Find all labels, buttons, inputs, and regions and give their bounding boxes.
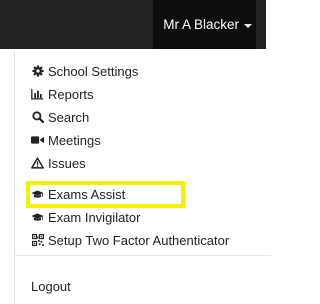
menu-divider <box>15 255 271 256</box>
menu-item-reports[interactable]: Reports <box>31 83 94 105</box>
caret-down-icon <box>244 23 252 28</box>
user-menu-toggle[interactable]: Mr A Blacker <box>153 0 256 49</box>
top-navbar: Mr A Blacker <box>0 0 266 49</box>
warning-triangle-icon <box>31 157 44 170</box>
menu-item-two-factor[interactable]: Setup Two Factor Authenticator <box>31 229 229 251</box>
video-camera-icon <box>31 134 44 147</box>
menu-item-school-settings[interactable]: School Settings <box>31 60 138 82</box>
menu-item-label: Logout <box>31 278 71 294</box>
menu-item-meetings[interactable]: Meetings <box>31 129 101 151</box>
graduation-cap-icon <box>31 211 44 224</box>
user-dropdown-menu: School Settings Reports Search Meetings … <box>14 52 271 304</box>
menu-item-exam-invigilator[interactable]: Exam Invigilator <box>31 206 140 228</box>
highlight-box <box>26 181 185 208</box>
bar-chart-icon <box>31 88 44 101</box>
menu-item-label: Setup Two Factor Authenticator <box>48 232 230 248</box>
page: Mr A Blacker School Settings Reports Sea… <box>0 0 271 304</box>
menu-item-label: School Settings <box>48 63 139 79</box>
qr-code-icon <box>31 234 44 247</box>
menu-item-issues[interactable]: Issues <box>31 152 86 174</box>
menu-item-label: Reports <box>48 86 94 102</box>
menu-item-logout[interactable]: Logout <box>31 275 71 297</box>
search-icon <box>31 111 44 124</box>
menu-item-label: Meetings <box>48 132 101 148</box>
user-name: Mr A Blacker <box>163 17 239 32</box>
menu-item-search[interactable]: Search <box>31 106 89 128</box>
menu-item-label: Search <box>48 109 90 125</box>
menu-item-label: Exam Invigilator <box>48 209 141 225</box>
menu-item-label: Issues <box>48 155 86 171</box>
gear-icon <box>31 65 44 78</box>
